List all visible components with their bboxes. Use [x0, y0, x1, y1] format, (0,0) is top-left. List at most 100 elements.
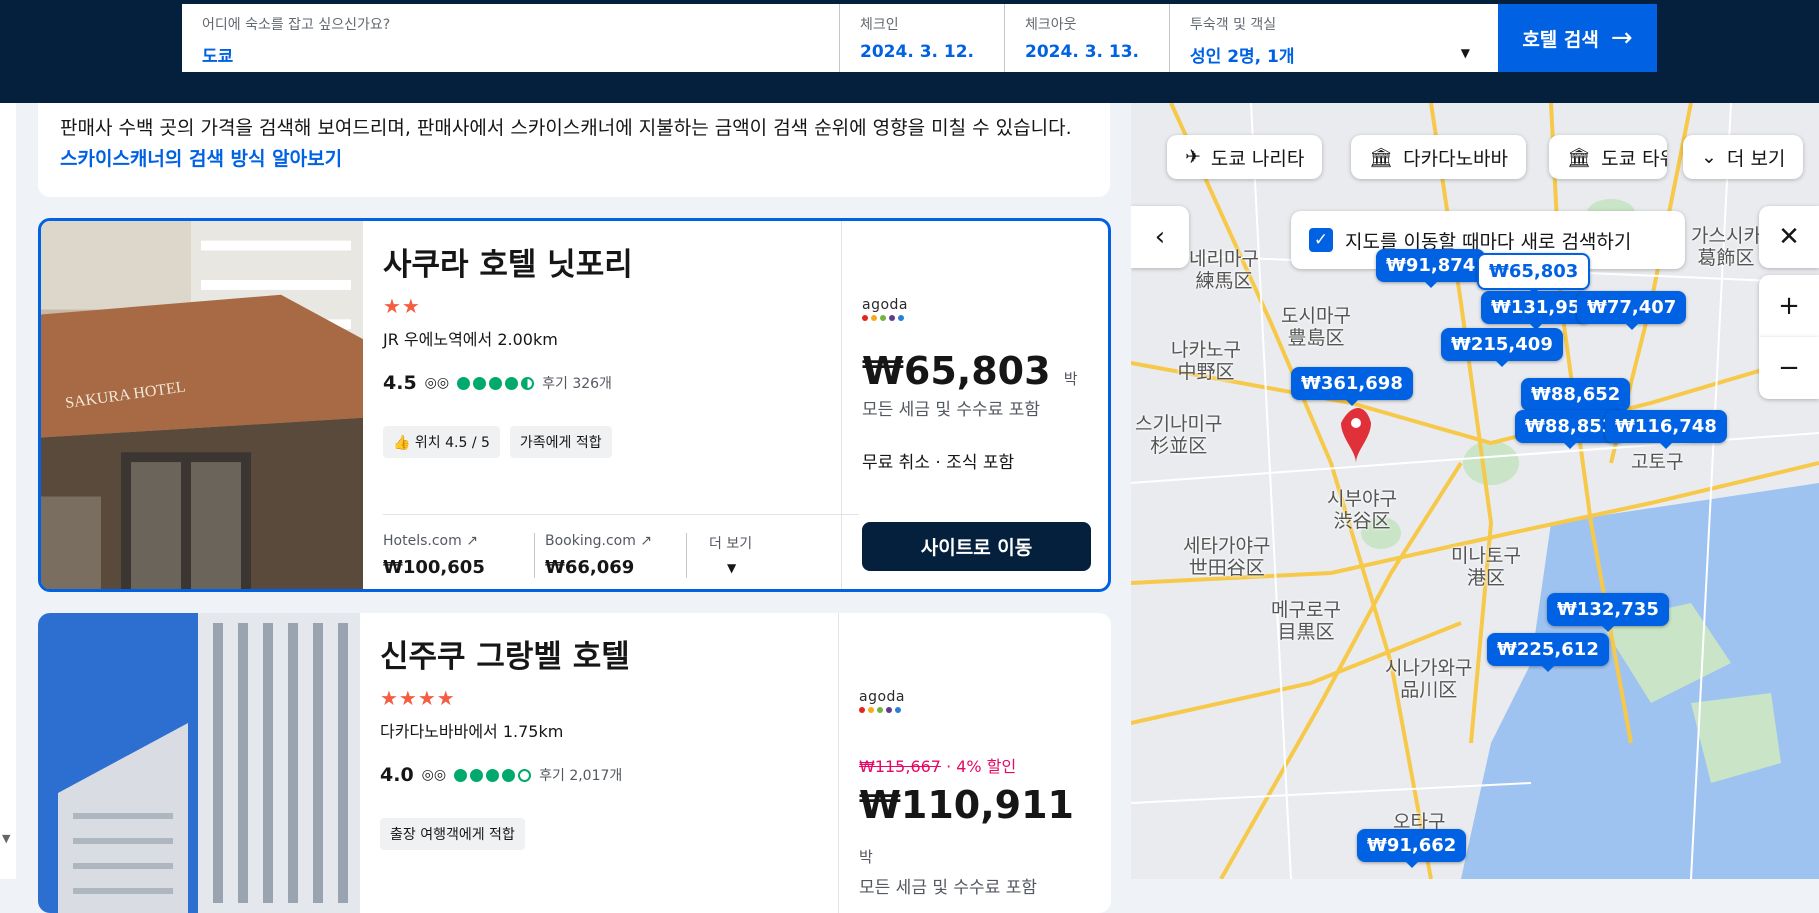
guests-value[interactable]: 성인 2명, 1개 [1190, 42, 1478, 67]
poi-takadanobaba[interactable]: 🏛 다카다노바바 [1351, 135, 1527, 179]
review-rating: 4.5 ◎◎ 후기 326개 [383, 372, 853, 394]
provider-name: Booking.com [545, 533, 636, 549]
destination-label: 어디에 숙소를 잡고 싶으신가요? [202, 17, 391, 33]
lead-price: ₩110,911 박 [859, 783, 1074, 866]
review-count: 후기 2,017개 [539, 768, 623, 784]
map-label: 고토구 [1631, 451, 1684, 473]
hotel-card[interactable]: 신주쿠 그랑벨 호텔 ★★★★ 다카다노바바에서 1.75km 4.0 ◎◎ 후… [38, 613, 1111, 913]
price-panel: agoda ₩65,803 박 모든 세금 및 수수료 포함 무료 취소 · 조… [841, 221, 1108, 589]
price-pin-selected[interactable]: ₩65,803 [1477, 253, 1591, 294]
partner-logo: agoda [862, 297, 908, 313]
price-pin[interactable]: ₩225,612 [1487, 633, 1609, 672]
perks: 무료 취소 · 조식 포함 [862, 453, 1015, 473]
map-label: 메구로구 目黒区 [1271, 599, 1341, 643]
checkin-value[interactable]: 2024. 3. 12. [860, 42, 984, 62]
collapse-map-button[interactable]: ‹ [1131, 206, 1189, 268]
hotel-info: 신주쿠 그랑벨 호텔 ★★★★ 다카다노바바에서 1.75km 4.0 ◎◎ 후… [380, 631, 850, 850]
map-label: 스기나미구 杉並区 [1135, 413, 1223, 457]
map-label: 시부야구 渋谷区 [1327, 488, 1397, 532]
hotel-tags: 👍 위치 4.5 / 5 가족에게 적합 [383, 426, 853, 458]
scroll-down-icon[interactable]: ▼ [2, 832, 10, 845]
airport-icon: ✈ [1185, 146, 1201, 168]
go-to-site-button[interactable]: 사이트로 이동 [862, 522, 1091, 571]
zoom-in-button[interactable]: + [1759, 275, 1819, 337]
price-pin[interactable]: ₩91,662 [1357, 829, 1467, 868]
price-pin[interactable]: ₩91,874 [1376, 249, 1486, 288]
agoda-dots-icon [859, 707, 1088, 713]
checkout-value[interactable]: 2024. 3. 13. [1025, 42, 1149, 62]
review-score: 4.0 [380, 764, 414, 786]
map[interactable]: 네리마구 練馬区 도시마구 豊島区 나카노구 中野区 스기나미구 杉並区 시부야구 渋谷区… [1131, 103, 1819, 879]
hotel-photo[interactable] [38, 613, 360, 913]
tripadvisor-bubbles [454, 768, 532, 782]
price-pin[interactable]: ₩131,95 [1481, 291, 1591, 330]
price-pin[interactable]: ₩77,407 [1577, 291, 1687, 330]
guests-label: 투숙객 및 객실 [1190, 17, 1277, 33]
price-panel: agoda ₩115,667 · 4% 할인 ₩110,911 박 모든 세금 … [838, 613, 1108, 913]
hotel-tags: 출장 여행객에게 적합 [380, 818, 850, 850]
hotel-distance: JR 우에노역에서 2.00km [383, 330, 558, 349]
thumbs-up-icon: 👍 [393, 435, 411, 451]
map-label: 도시마구 豊島区 [1281, 305, 1351, 349]
price-pin[interactable]: ₩132,735 [1547, 593, 1669, 632]
tripadvisor-owl-icon: ◎◎ [421, 767, 447, 783]
price-pin[interactable]: ₩88,652 [1521, 378, 1631, 417]
map-label: 네리마구 練馬区 [1189, 248, 1259, 292]
ranking-notice: 판매사 수백 곳의 가격을 검색해 보여드리며, 판매사에서 스카이스캐너에 지… [38, 103, 1110, 197]
poi-narita[interactable]: ✈ 도쿄 나리타 [1167, 135, 1323, 179]
search-form: 어디에 숙소를 잡고 싶으신가요? 도쿄 체크인 2024. 3. 12. 체크… [182, 4, 1498, 72]
tax-note: 모든 세금 및 수수료 포함 [859, 878, 1038, 898]
hotel-photo[interactable]: SAKURA HOTEL [41, 221, 363, 589]
agoda-dots-icon [862, 315, 1091, 321]
map-label: 나카노구 中野区 [1171, 339, 1241, 383]
checkbox-checked-icon[interactable]: ✓ [1309, 228, 1333, 252]
search-button-label: 호텔 검색 [1522, 28, 1599, 51]
hotel-distance: 다카다노바바에서 1.75km [380, 722, 564, 741]
checkin-label: 체크인 [860, 17, 899, 33]
close-icon: ✕ [1778, 222, 1800, 252]
map-label: 가스시카 葛飾区 [1691, 225, 1761, 269]
map-label: 세타가야구 世田谷区 [1183, 535, 1271, 579]
checkout-field[interactable]: 체크아웃 2024. 3. 13. [1005, 4, 1170, 72]
notice-text: 판매사 수백 곳의 가격을 검색해 보여드리며, 판매사에서 스카이스캐너에 지… [60, 117, 1072, 139]
review-rating: 4.0 ◎◎ 후기 2,017개 [380, 764, 850, 786]
zoom-out-button[interactable]: − [1759, 337, 1819, 399]
price-pin[interactable]: ₩361,698 [1291, 367, 1413, 406]
hotel-name[interactable]: 신주쿠 그랑벨 호텔 [380, 631, 850, 676]
poi-tokyo-tower[interactable]: 🏛도쿄 타워 [1549, 135, 1667, 179]
map-label: 시나가와구 品川区 [1385, 657, 1473, 701]
hotel-card[interactable]: SAKURA HOTEL 사쿠라 호텔 닛포리 ★★ JR 우에노역에서 2.0… [38, 218, 1111, 592]
more-providers-button[interactable]: 더 보기 ▼ [687, 533, 839, 578]
more-label: 더 보기 [709, 536, 753, 552]
provider-offer[interactable]: Booking.com ↗ ₩66,069 [535, 533, 687, 578]
search-button[interactable]: 호텔 검색 → [1498, 4, 1657, 72]
chevron-left-icon: ‹ [1154, 222, 1166, 252]
landmark-icon: 🏛 [1567, 146, 1592, 169]
arrow-right-icon: → [1610, 23, 1633, 53]
tripadvisor-owl-icon: ◎◎ [424, 375, 450, 391]
provider-price: ₩66,069 [545, 557, 635, 578]
checkin-field[interactable]: 체크인 2024. 3. 12. [840, 4, 1005, 72]
destination-value[interactable]: 도쿄 [202, 42, 819, 67]
other-providers: Hotels.com ↗ ₩100,605 Booking.com ↗ ₩66,… [383, 514, 859, 578]
family-chip: 가족에게 적합 [509, 426, 612, 458]
close-map-button[interactable]: ✕ [1759, 206, 1819, 268]
price-pin[interactable]: ₩116,748 [1605, 410, 1727, 449]
scrollbar[interactable] [0, 103, 16, 879]
guests-field[interactable]: 투숙객 및 객실 성인 2명, 1개 ▼ [1170, 4, 1498, 72]
notice-link[interactable]: 스카이스캐너의 검색 방식 알아보기 [60, 148, 342, 170]
provider-offer[interactable]: Hotels.com ↗ ₩100,605 [383, 533, 535, 578]
price-pin[interactable]: ₩215,409 [1441, 328, 1563, 367]
review-score: 4.5 [383, 372, 417, 394]
chevron-down-icon: ⌄ [1701, 146, 1717, 168]
hotel-name[interactable]: 사쿠라 호텔 닛포리 [383, 239, 853, 284]
external-link-icon: ↗ [640, 533, 653, 549]
provider-price: ₩100,605 [383, 557, 485, 578]
star-rating: ★★ [383, 294, 421, 318]
map-label: 미나토구 港区 [1451, 545, 1521, 589]
star-rating: ★★★★ [380, 686, 456, 710]
destination-field[interactable]: 어디에 숙소를 잡고 싶으신가요? 도쿄 [182, 4, 840, 72]
map-more-button[interactable]: ⌄ 더 보기 [1683, 135, 1804, 179]
review-count: 후기 326개 [542, 376, 612, 392]
checkout-label: 체크아웃 [1025, 17, 1077, 33]
